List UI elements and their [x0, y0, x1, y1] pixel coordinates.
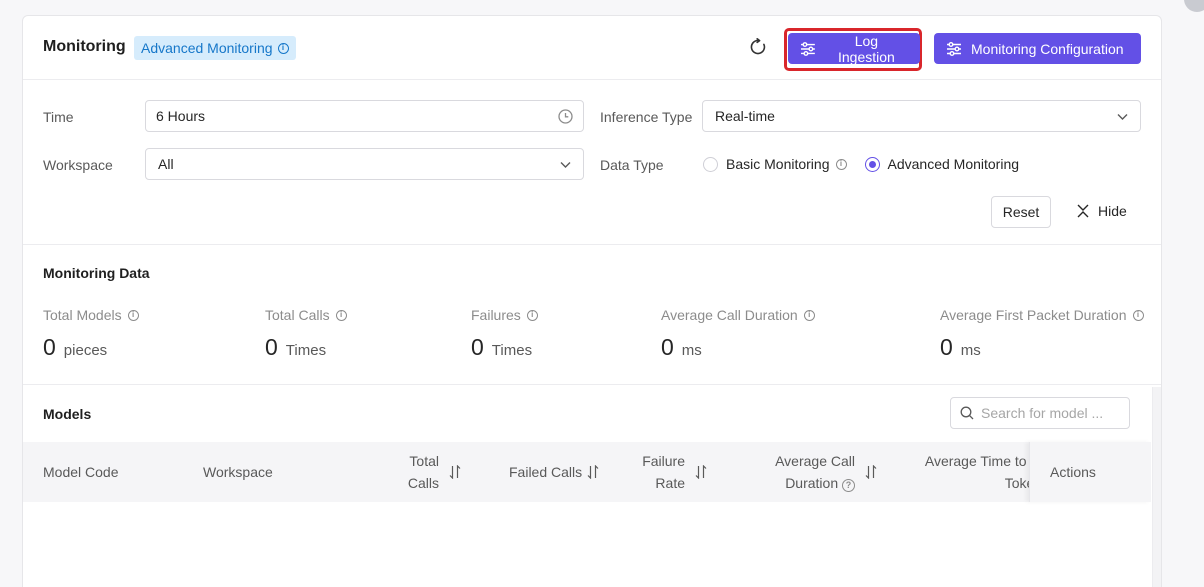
tag-label: Advanced Monitoring [141, 40, 273, 56]
info-icon[interactable]: i [127, 309, 139, 321]
metric-value: 0 [43, 334, 56, 360]
sort-icon[interactable] [865, 465, 877, 479]
divider [23, 244, 1161, 245]
collapse-icon [1077, 204, 1089, 218]
data-type-label: Data Type [600, 157, 664, 173]
metric-unit: Times [285, 342, 327, 359]
col-actions-label: Actions [1050, 464, 1096, 480]
metric-unit: ms [681, 342, 702, 359]
inference-type-label: Inference Type [600, 109, 693, 125]
col-failure-rate-line2: Rate [655, 475, 685, 491]
table-header: Model Code Workspace Total Calls Failed … [23, 442, 1151, 502]
radio-basic-label[interactable]: Basic Monitoring [726, 156, 830, 172]
sort-icon[interactable] [587, 465, 599, 479]
metric-unit: ms [960, 342, 981, 359]
inference-type-select[interactable]: Real-time [702, 100, 1141, 132]
time-value: 6 Hours [156, 108, 206, 124]
metric-label: Total Calls [265, 307, 330, 323]
data-type-radio-group: Basic Monitoring i Advanced Monitoring [703, 156, 1019, 172]
col-avg-call-line1: Average Call [775, 453, 855, 469]
metric-label: Total Models [43, 307, 122, 323]
page-title: Monitoring [43, 38, 126, 55]
metric-label: Average First Packet Duration [940, 307, 1127, 323]
monitoring-configuration-label: Monitoring Configuration [971, 40, 1124, 57]
col-failure-rate[interactable]: Failure Rate [635, 450, 685, 494]
metric-total-calls: Total Calls i 0 Times [265, 307, 347, 361]
col-avg-time-line2: Toker [1004, 475, 1039, 491]
metric-average-call-duration: Average Call Duration i 0 ms [661, 307, 815, 361]
advanced-monitoring-tag: Advanced Monitoring i [134, 36, 296, 60]
col-total-calls-line1: Total [409, 453, 439, 469]
avatar[interactable] [1184, 0, 1204, 12]
divider [23, 384, 1161, 385]
monitoring-card: Monitoring Advanced Monitoring i Log Ing… [22, 15, 1162, 587]
hide-button[interactable]: Hide [1076, 203, 1127, 219]
log-ingestion-button[interactable]: Log Ingestion [788, 32, 920, 65]
col-failed-calls[interactable]: Failed Calls [509, 461, 582, 483]
page-header: Monitoring Advanced Monitoring i Log Ing… [23, 16, 1161, 80]
info-icon[interactable]: i [277, 42, 289, 54]
col-model-code: Model Code [43, 464, 119, 480]
radio-advanced-monitoring[interactable] [864, 156, 880, 172]
col-average-time-to-first-token[interactable]: Average Time to F Toker [909, 450, 1039, 494]
inference-type-value: Real-time [715, 108, 775, 124]
metric-unit: Times [491, 342, 533, 359]
metric-value: 0 [265, 334, 278, 360]
info-icon[interactable]: i [526, 309, 538, 321]
col-average-call-duration[interactable]: Average Call Duration ? [765, 450, 855, 494]
time-label: Time [43, 109, 74, 125]
search-input[interactable]: Search for model ... [950, 397, 1130, 429]
search-icon [960, 406, 974, 420]
refresh-icon[interactable] [749, 38, 767, 56]
workspace-select[interactable]: All [145, 148, 584, 180]
radio-advanced-label[interactable]: Advanced Monitoring [888, 156, 1020, 172]
col-total-calls[interactable]: Total Calls [399, 450, 439, 494]
help-icon[interactable]: ? [842, 479, 855, 492]
col-actions: Actions [1029, 442, 1151, 502]
col-total-calls-line2: Calls [407, 475, 439, 491]
workspace-value: All [158, 156, 174, 172]
reset-button[interactable]: Reset [991, 196, 1051, 228]
info-icon[interactable]: i [803, 309, 815, 321]
sliders-icon [800, 41, 815, 56]
search-placeholder: Search for model ... [981, 405, 1104, 421]
metric-value: 0 [471, 334, 484, 360]
col-failure-rate-line1: Failure [642, 453, 685, 469]
metric-failures: Failures i 0 Times [471, 307, 538, 361]
time-picker[interactable]: 6 Hours [145, 100, 584, 132]
metric-average-first-packet-duration: Average First Packet Duration i 0 ms [940, 307, 1144, 361]
workspace-label: Workspace [43, 157, 113, 173]
monitoring-configuration-button[interactable]: Monitoring Configuration [934, 33, 1141, 64]
chevron-down-icon [560, 162, 571, 168]
sliders-icon [947, 41, 961, 56]
sort-icon[interactable] [449, 465, 461, 479]
metric-value: 0 [661, 334, 674, 360]
info-icon[interactable]: i [1132, 309, 1144, 321]
clock-icon [558, 109, 573, 124]
info-icon[interactable]: i [835, 158, 847, 170]
scrollbar[interactable] [1152, 387, 1161, 587]
log-ingestion-label: Log Ingestion [838, 32, 895, 65]
info-icon[interactable]: i [335, 309, 347, 321]
col-avg-call-line2: Duration [785, 475, 839, 491]
col-avg-time-line1: Average Time to F [924, 453, 1039, 469]
metric-label: Average Call Duration [661, 307, 798, 323]
hide-label: Hide [1098, 203, 1127, 219]
metric-total-models: Total Models i 0 pieces [43, 307, 139, 361]
metric-value: 0 [940, 334, 953, 360]
radio-basic-monitoring[interactable] [703, 156, 718, 172]
monitoring-data-title: Monitoring Data [43, 265, 150, 281]
sort-icon[interactable] [695, 465, 707, 479]
chevron-down-icon [1117, 114, 1128, 120]
col-workspace: Workspace [203, 464, 273, 480]
metric-unit: pieces [63, 342, 108, 359]
metric-label: Failures [471, 307, 521, 323]
models-title: Models [43, 406, 92, 422]
